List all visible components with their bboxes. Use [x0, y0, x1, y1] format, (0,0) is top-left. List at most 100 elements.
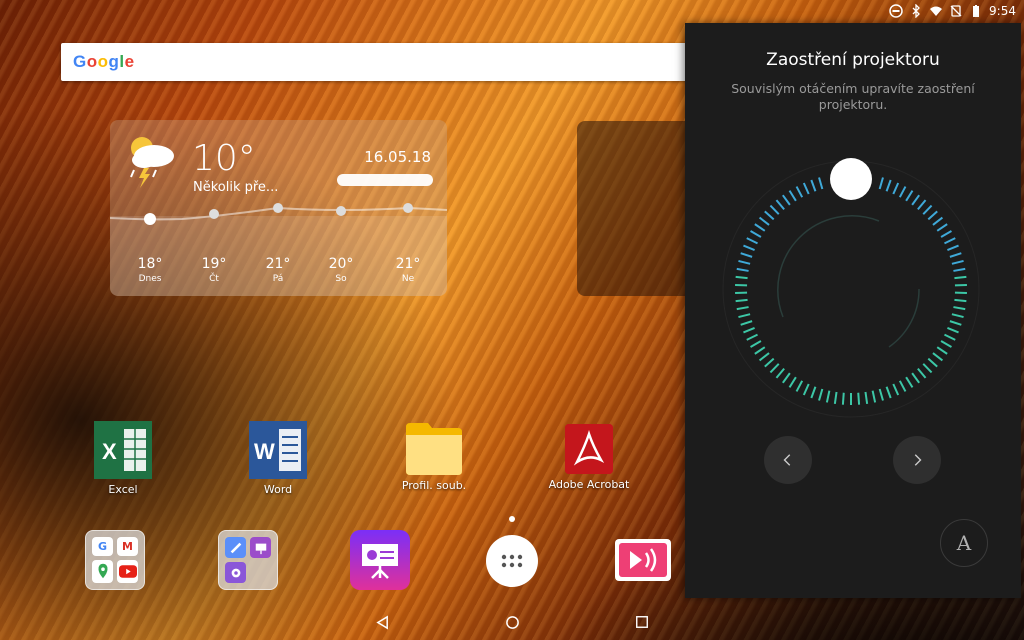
dial-tick — [775, 368, 785, 379]
dial-tick — [775, 199, 785, 210]
dial-tick — [917, 199, 927, 210]
dial-tick — [788, 376, 797, 388]
app-word[interactable]: W Word — [228, 421, 328, 496]
dial-tick — [911, 194, 920, 206]
dial-tick — [738, 259, 751, 265]
dial-tick — [738, 313, 751, 319]
all-apps-button[interactable] — [486, 535, 538, 587]
chevron-left-icon — [783, 454, 791, 466]
forecast-day: 21° Ne — [395, 256, 421, 284]
forecast-day: 21° Pá — [265, 256, 291, 284]
google-logo: Google — [73, 52, 135, 71]
dial-tick — [754, 223, 766, 232]
dial-tick — [885, 386, 892, 399]
dial-tick — [927, 357, 938, 368]
dial-tick — [740, 320, 753, 326]
chevron-right-icon — [914, 454, 922, 466]
all-apps-icon — [486, 535, 538, 587]
dial-tick — [758, 216, 770, 226]
forecast-day: 18° Dnes — [137, 256, 163, 284]
dial-tick — [746, 333, 758, 341]
dial-tick — [864, 391, 869, 405]
weather-description: Několik pře... — [193, 180, 279, 195]
app-excel[interactable]: X Excel — [73, 421, 173, 496]
folder-icon — [404, 421, 464, 475]
dial-tick — [878, 388, 884, 401]
page-indicator — [509, 516, 515, 522]
dial-tick — [764, 210, 775, 221]
dial-tick — [892, 383, 900, 396]
status-bar: 9:54 — [889, 0, 1024, 22]
dial-tick — [818, 177, 824, 190]
dial-tick — [736, 306, 749, 311]
bluetooth-icon — [909, 4, 923, 18]
google-icon: G — [92, 537, 113, 556]
projector-app[interactable] — [350, 530, 410, 590]
app-file-profiles[interactable]: Profil. soub. — [384, 421, 484, 492]
forecast-day: 19° Čt — [201, 256, 227, 284]
dial-tick — [940, 340, 952, 348]
dial-tick — [743, 327, 755, 334]
dial-tick — [940, 230, 952, 238]
dial-tick — [885, 179, 892, 192]
recents-icon[interactable] — [627, 607, 657, 637]
temperature-graph — [110, 203, 447, 225]
back-icon[interactable] — [367, 607, 397, 637]
dial-tick — [898, 186, 907, 198]
dial-tick — [736, 267, 749, 272]
dial-tick — [743, 244, 755, 251]
word-icon: W — [249, 421, 307, 479]
dial-tick — [782, 372, 791, 384]
dial-tick — [905, 190, 914, 202]
google-apps-folder[interactable]: G M — [85, 530, 145, 590]
dial-tick — [795, 186, 804, 198]
do-not-disturb-icon — [889, 4, 903, 18]
dial-tick — [927, 210, 938, 221]
dial-tick — [754, 346, 766, 355]
focus-dial[interactable] — [719, 157, 983, 421]
current-temperature: 10° — [192, 138, 256, 179]
dial-tick — [810, 179, 817, 192]
focus-next-button[interactable] — [893, 436, 941, 484]
projector-icon — [350, 530, 410, 590]
dial-tick — [936, 223, 948, 232]
dial-tick — [871, 390, 877, 403]
cast-app[interactable] — [614, 538, 672, 582]
dial-tick — [788, 190, 797, 202]
pen-icon — [225, 537, 246, 558]
dial-tick — [954, 298, 967, 303]
focus-previous-button[interactable] — [764, 436, 812, 484]
presentation-icon — [250, 537, 271, 558]
settings-icon — [225, 562, 246, 583]
svg-text:W: W — [254, 439, 275, 464]
thunderstorm-icon — [122, 130, 182, 190]
no-sim-icon — [949, 4, 963, 18]
home-icon[interactable] — [497, 607, 527, 637]
dial-tick — [833, 391, 838, 405]
dial-tick — [932, 216, 944, 226]
wifi-icon — [929, 4, 943, 18]
dial-tick — [951, 259, 964, 265]
acrobat-icon — [565, 424, 613, 474]
dial-tick — [758, 352, 770, 362]
dial-tick — [802, 182, 810, 195]
dial-handle[interactable] — [830, 158, 872, 200]
dial-tick — [764, 357, 775, 368]
dial-tick — [802, 383, 810, 396]
app-adobe-acrobat[interactable]: Adobe Acrobat — [539, 424, 639, 491]
youtube-icon — [117, 559, 138, 583]
dial-tick — [892, 182, 900, 195]
dial-tick — [905, 376, 914, 388]
dial-tick — [953, 306, 966, 311]
weather-date: 16.05.18 — [364, 148, 431, 166]
maps-icon — [92, 559, 113, 583]
dial-tick — [944, 237, 956, 245]
weather-widget[interactable]: 10° Několik pře... 16.05.18 18° Dnes 19° Č… — [110, 120, 447, 296]
dial-tick — [782, 194, 791, 206]
google-search-bar[interactable]: Google — [61, 43, 701, 81]
dial-tick — [825, 390, 831, 403]
tools-folder[interactable] — [218, 530, 278, 590]
font-size-button[interactable]: A — [940, 519, 988, 567]
dial-tick — [947, 244, 959, 251]
dial-tick — [769, 363, 780, 374]
